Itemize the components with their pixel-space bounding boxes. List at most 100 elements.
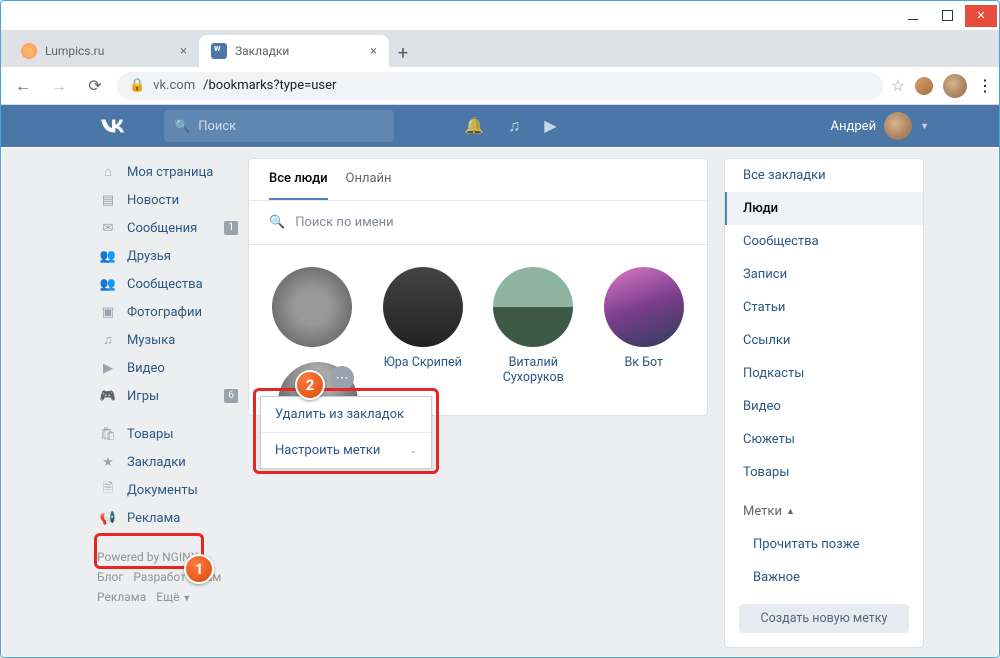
browser-menu-icon[interactable]: ⋮: [977, 76, 991, 95]
play-icon[interactable]: ▶: [544, 116, 556, 136]
filter-video[interactable]: Видео: [725, 390, 923, 423]
nav-label: Музыка: [127, 333, 175, 348]
filter-podcasts[interactable]: Подкасты: [725, 357, 923, 390]
browser-toolbar: ← → ⟳ 🔒 vk.com/bookmarks?type=user ☆ ⋮: [1, 67, 999, 105]
window-close-button[interactable]: [965, 5, 997, 27]
chevron-up-icon: ▲: [786, 506, 795, 517]
nav-friends[interactable]: 👥Друзья: [97, 242, 232, 270]
nav-documents[interactable]: 🗎 Документы: [97, 476, 232, 504]
favicon-icon: [21, 43, 37, 59]
person-name: Вк Бот: [601, 355, 688, 370]
nav-video[interactable]: ▶Видео: [97, 354, 232, 382]
nav-bookmarks[interactable]: ★Закладки: [97, 448, 232, 476]
window-titlebar: [1, 1, 999, 31]
right-sidebar: Все закладки Люди Сообщества Записи Стат…: [724, 158, 924, 658]
video-icon: ▶: [99, 361, 117, 376]
bookmark-star-icon[interactable]: ☆: [891, 76, 905, 95]
notifications-icon[interactable]: 🔔: [464, 116, 484, 136]
badge: 1: [224, 221, 238, 235]
browser-tab-lumpics[interactable]: Lumpics.ru ×: [9, 35, 199, 67]
nav-goods[interactable]: 🛍 Товары: [97, 420, 232, 448]
filter-goods[interactable]: Товары: [725, 456, 923, 489]
nav-label: Товары: [127, 427, 173, 442]
user-name: Андрей: [831, 119, 877, 134]
configure-tags-item[interactable]: Настроить метки ⌄: [261, 433, 431, 468]
nav-my-page[interactable]: ⌂Моя страница: [97, 158, 232, 186]
window-minimize-button[interactable]: [897, 5, 929, 27]
nav-photos[interactable]: ▣Фотографии: [97, 298, 232, 326]
vk-header: 🔍 Поиск 🔔 ♫ ▶ Андрей ▼: [1, 105, 999, 147]
more-icon[interactable]: ⋯: [330, 366, 354, 390]
vk-user-menu[interactable]: Андрей ▼: [831, 112, 929, 140]
menu-label: Настроить метки: [275, 443, 380, 458]
create-tag-button[interactable]: Создать новую метку: [739, 604, 909, 633]
person-card[interactable]: Юра Скрипей: [380, 267, 467, 385]
url-host: vk.com: [153, 78, 195, 93]
left-nav: ⌂Моя страница ▤Новости ✉Сообщения1 👥Друз…: [97, 148, 232, 604]
tab-all-people[interactable]: Все люди: [269, 171, 328, 200]
back-button[interactable]: ←: [9, 72, 37, 100]
music-icon[interactable]: ♫: [508, 116, 520, 136]
games-icon: 🎮: [99, 389, 117, 404]
person-card[interactable]: Вк Бот: [601, 267, 688, 385]
new-tab-button[interactable]: +: [389, 39, 417, 67]
filter-tag-important[interactable]: Важное: [725, 561, 923, 594]
vk-logo-icon[interactable]: [96, 111, 126, 141]
filter-articles[interactable]: Статьи: [725, 291, 923, 324]
reload-button[interactable]: ⟳: [81, 72, 109, 100]
person-card[interactable]: Виталий Сухоруков: [490, 267, 577, 385]
filter-tags-header[interactable]: Метки▲: [725, 495, 923, 528]
footer-ads-link[interactable]: Реклама: [97, 590, 146, 604]
browser-tab-vk-bookmarks[interactable]: Закладки ×: [199, 35, 389, 67]
bookmark-context-menu: Удалить из закладок Настроить метки ⌄: [260, 396, 432, 469]
nav-music[interactable]: ♫Музыка: [97, 326, 232, 354]
filter-posts[interactable]: Записи: [725, 258, 923, 291]
goods-icon: 🛍: [99, 427, 117, 442]
person-name: Юра Скрипей: [380, 355, 467, 370]
vk-search-input[interactable]: 🔍 Поиск: [164, 110, 394, 142]
nav-label: Реклама: [127, 511, 180, 526]
annotation-callout-2: 2: [295, 370, 325, 400]
badge: 6: [224, 389, 238, 403]
nav-label: Моя страница: [127, 165, 213, 180]
filter-people[interactable]: Люди: [725, 192, 923, 225]
browser-tab-strip: Lumpics.ru × Закладки × +: [1, 31, 999, 67]
remove-bookmark-item[interactable]: Удалить из закладок: [261, 397, 431, 433]
forward-button[interactable]: →: [45, 72, 73, 100]
nav-label: Документы: [127, 483, 198, 498]
window-maximize-button[interactable]: [931, 5, 963, 27]
people-tabs: Все люди Онлайн: [249, 159, 707, 201]
documents-icon: 🗎: [99, 479, 117, 501]
name-search-input[interactable]: 🔍 Поиск по имени: [249, 201, 707, 245]
nav-games[interactable]: 🎮Игры6: [97, 382, 232, 410]
extension-icon[interactable]: [915, 77, 933, 95]
nav-label: Фотографии: [127, 305, 202, 320]
nav-messages[interactable]: ✉Сообщения1: [97, 214, 232, 242]
tab-online[interactable]: Онлайн: [346, 171, 392, 200]
nav-news[interactable]: ▤Новости: [97, 186, 232, 214]
friends-icon: 👥: [99, 249, 117, 264]
person-avatar: [272, 267, 352, 347]
filter-stories[interactable]: Сюжеты: [725, 423, 923, 456]
annotation-callout-1: 1: [184, 554, 214, 584]
tab-close-icon[interactable]: ×: [370, 44, 377, 59]
filter-links[interactable]: Ссылки: [725, 324, 923, 357]
nav-ads[interactable]: 📢 Реклама: [97, 504, 232, 532]
nav-communities[interactable]: 👥Сообщества: [97, 270, 232, 298]
nav-label: Сообщества: [127, 277, 203, 292]
address-bar[interactable]: 🔒 vk.com/bookmarks?type=user: [117, 72, 883, 100]
nav-label: Новости: [127, 193, 179, 208]
browser-profile-icon[interactable]: [943, 74, 967, 98]
filter-panel: Все закладки Люди Сообщества Записи Стат…: [724, 158, 924, 648]
ads-icon: 📢: [99, 511, 117, 526]
tab-title: Закладки: [235, 44, 289, 58]
person-avatar: [604, 267, 684, 347]
filter-communities[interactable]: Сообщества: [725, 225, 923, 258]
bookmarks-icon: ★: [99, 455, 117, 470]
tab-close-icon[interactable]: ×: [180, 44, 187, 59]
chevron-down-icon: ⌄: [409, 446, 417, 456]
footer-blog-link[interactable]: Блог: [97, 570, 123, 584]
footer-more-link[interactable]: Ещё ▼: [156, 590, 191, 604]
filter-tag-later[interactable]: Прочитать позже: [725, 528, 923, 561]
filter-all[interactable]: Все закладки: [725, 159, 923, 192]
